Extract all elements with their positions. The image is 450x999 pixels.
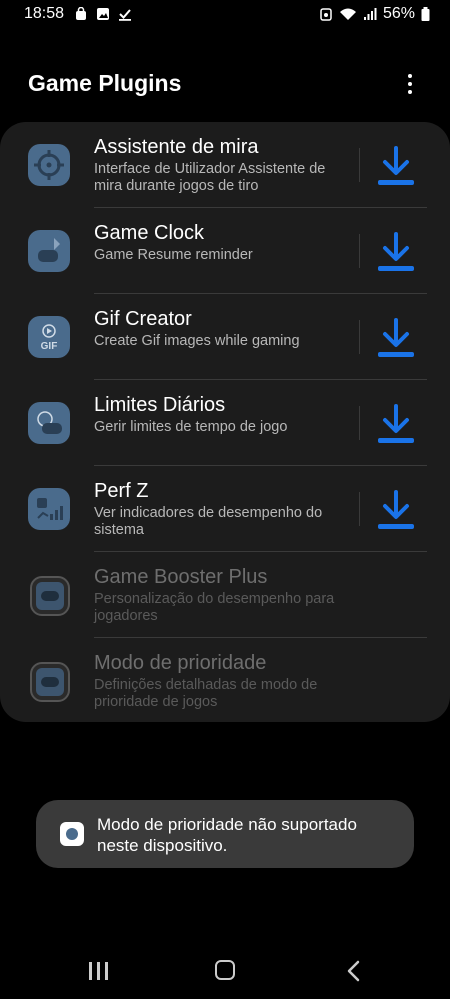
plugin-name: Assistente de mira	[94, 136, 259, 158]
plugin-description: Interface de Utilizador Assistente de mi…	[94, 161, 326, 194]
navigation-bar	[0, 940, 450, 999]
download-icon[interactable]	[376, 144, 416, 188]
plugin-name: Perf Z	[94, 480, 149, 502]
download-icon[interactable]	[376, 316, 416, 360]
plugin-name: Modo de prioridade	[94, 652, 267, 674]
page-title: Game Plugins	[28, 70, 182, 96]
status-bar: 18:58 56%	[0, 0, 450, 30]
divider	[359, 320, 360, 354]
game-clock-icon	[28, 230, 70, 272]
plugin-name: Game Clock	[94, 222, 205, 244]
plugin-item-game-clock[interactable]: Game Clock Game Resume reminder	[0, 208, 450, 294]
toast-message: Modo de prioridade não suportado neste d…	[36, 800, 414, 868]
plugin-name: Limites Diários	[94, 394, 226, 416]
gif-icon: GIF	[28, 316, 70, 358]
divider	[359, 148, 360, 182]
plugins-list: Assistente de mira Interface de Utilizad…	[0, 122, 450, 722]
performance-icon	[28, 488, 70, 530]
recents-button[interactable]	[89, 962, 111, 980]
download-icon[interactable]	[376, 230, 416, 274]
crosshair-icon	[28, 144, 70, 186]
notification-icons	[74, 7, 132, 21]
plugin-description: Ver indicadores de desempenho do sistema	[94, 505, 323, 538]
status-time: 18:58	[24, 5, 65, 22]
signal-icon	[363, 8, 377, 20]
divider	[359, 492, 360, 526]
plugin-description: Gerir limites de tempo de jogo	[94, 419, 288, 435]
more-options-icon[interactable]	[400, 74, 420, 98]
divider	[359, 406, 360, 440]
wifi-icon	[339, 8, 356, 20]
gamepad-limit-icon	[28, 402, 70, 444]
download-icon[interactable]	[376, 488, 416, 532]
battery-icon	[421, 7, 430, 21]
download-done-icon	[119, 9, 131, 21]
system-icons: 56%	[319, 5, 430, 23]
plugin-item-assistente-de-mira[interactable]: Assistente de mira Interface de Utilizad…	[0, 122, 450, 208]
toast-text: Modo de prioridade não suportado neste d…	[97, 815, 357, 855]
svg-text:GIF: GIF	[41, 341, 58, 352]
plugin-description: Game Resume reminder	[94, 247, 253, 263]
plugin-item-limites-diarios[interactable]: Limites Diários Gerir limites de tempo d…	[0, 380, 450, 466]
gallery-icon	[97, 8, 109, 20]
home-button[interactable]	[215, 960, 235, 980]
game-launcher-icon	[60, 822, 84, 846]
plugin-description: Definições detalhadas de modo de priorid…	[94, 677, 318, 710]
plugin-description: Personalização do desempenho para jogado…	[94, 591, 335, 624]
plugin-name: Game Booster Plus	[94, 566, 268, 588]
battery-saver-icon	[320, 8, 332, 21]
plugin-item-modo-de-prioridade: Modo de prioridade Definições detalhadas…	[0, 638, 450, 722]
battery-percent: 56%	[382, 5, 415, 22]
back-button[interactable]	[344, 960, 364, 982]
gamepad-icon	[30, 662, 70, 702]
divider	[359, 234, 360, 268]
plugin-description: Create Gif images while gaming	[94, 333, 300, 349]
plugin-item-gif-creator[interactable]: GIF Gif Creator Create Gif images while …	[0, 294, 450, 380]
plugin-item-perf-z[interactable]: Perf Z Ver indicadores de desempenho do …	[0, 466, 450, 552]
gamepad-icon	[30, 576, 70, 616]
shopping-bag-icon	[76, 7, 86, 20]
plugin-item-game-booster-plus: Game Booster Plus Personalização do dese…	[0, 552, 450, 638]
download-icon[interactable]	[376, 402, 416, 446]
plugin-name: Gif Creator	[94, 308, 192, 330]
